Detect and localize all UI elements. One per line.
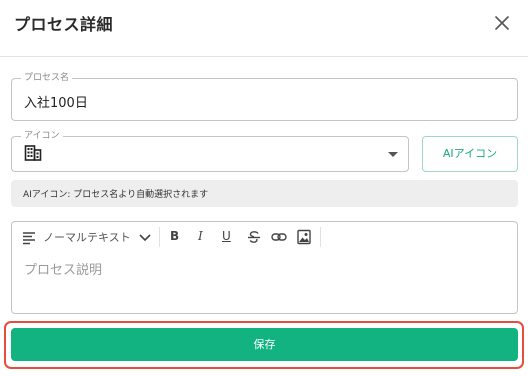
image-icon[interactable] <box>297 228 311 246</box>
editor-toolbar: ノーマルテキスト B I U <box>12 222 517 252</box>
process-name-value[interactable]: 入社100日 <box>24 92 88 111</box>
link-icon[interactable] <box>271 228 287 246</box>
building-icon <box>24 145 42 161</box>
icon-select-label: アイコン <box>21 130 63 142</box>
description-editor[interactable]: ノーマルテキスト B I U プロセス説明 <box>11 221 518 314</box>
dialog-header: プロセス詳細 <box>0 0 528 57</box>
italic-button[interactable]: I <box>198 229 203 243</box>
bold-button[interactable]: B <box>170 229 179 243</box>
dropdown-arrow-icon[interactable] <box>388 152 398 157</box>
description-placeholder: プロセス説明 <box>24 263 103 278</box>
ai-icon-hint-text: AIアイコン: プロセス名より自動選択されます <box>23 190 209 200</box>
ai-icon-hint: AIアイコン: プロセス名より自動選択されます <box>11 180 518 207</box>
icon-select[interactable]: アイコン <box>11 130 409 172</box>
save-button[interactable]: 保存 <box>11 328 518 361</box>
block-type-select[interactable]: ノーマルテキスト <box>43 229 131 245</box>
chevron-down-icon[interactable] <box>138 228 152 246</box>
ai-icon-button[interactable]: AIアイコン <box>422 136 518 172</box>
toolbar-divider <box>320 227 321 247</box>
dialog-title: プロセス詳細 <box>14 15 114 34</box>
process-detail-dialog: プロセス詳細 プロセス名 入社100日 アイコン AIアイコン AIアイコン: … <box>0 0 528 376</box>
strikethrough-icon[interactable] <box>247 228 261 246</box>
close-button[interactable] <box>491 12 513 34</box>
text-align-icon[interactable] <box>22 228 36 246</box>
close-icon <box>495 16 509 30</box>
process-name-field[interactable]: プロセス名 入社100日 <box>11 72 518 121</box>
underline-button[interactable]: U <box>222 229 231 243</box>
toolbar-divider <box>159 227 160 247</box>
process-name-label: プロセス名 <box>21 72 73 84</box>
